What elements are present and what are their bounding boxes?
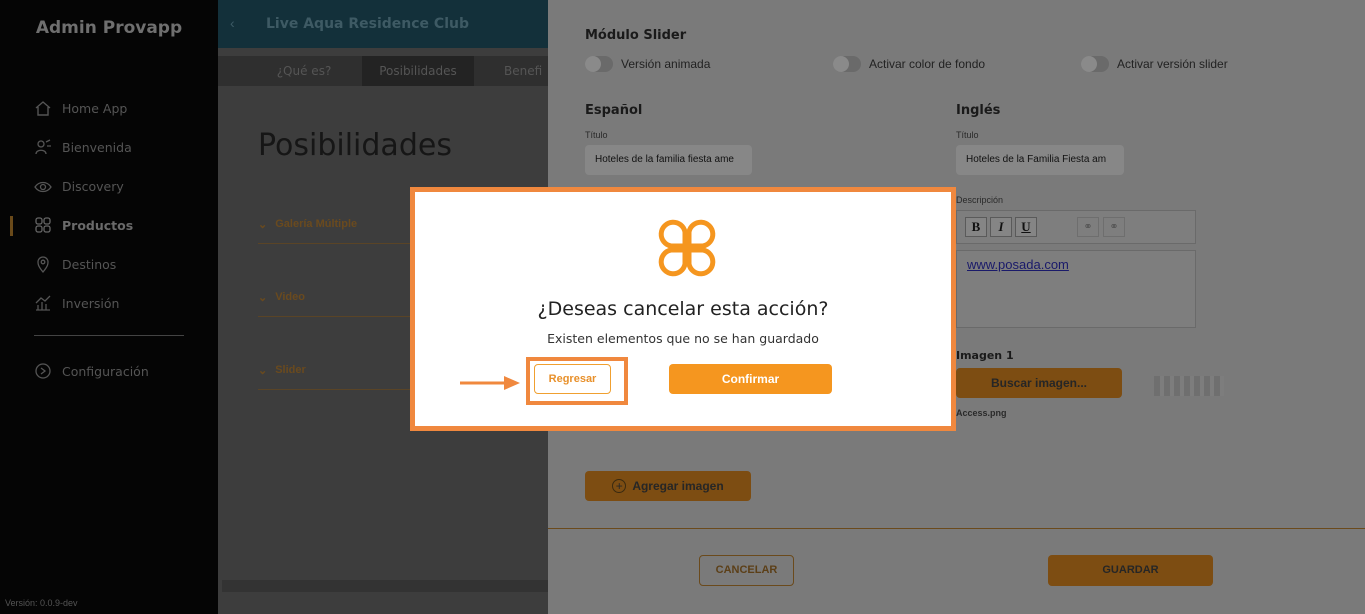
top-bar-title: Live Aqua Residence Club: [266, 16, 469, 32]
tab-bar: ¿Qué es? Posibilidades Benefi: [218, 56, 548, 86]
brand-logo-icon: [658, 219, 716, 277]
location-pin-icon: [37, 256, 49, 273]
english-title-label: Título: [956, 130, 979, 140]
save-button[interactable]: GUARDAR: [1048, 555, 1213, 586]
grid-icon: [35, 217, 51, 233]
sidebar-item-inversion[interactable]: Inversión: [34, 292, 119, 314]
version-label: Versión: 0.0.9-dev: [5, 598, 78, 608]
cancel-button[interactable]: CANCELAR: [699, 555, 794, 586]
module-title: Módulo Slider: [585, 28, 687, 43]
bold-button[interactable]: B: [965, 217, 987, 237]
toggle-label: Activar versión slider: [1117, 57, 1228, 71]
chevron-down-icon: ⌄: [258, 292, 268, 304]
chevron-down-icon: ⌄: [258, 219, 268, 231]
eye-icon: [34, 181, 52, 193]
sidebar-item-label: Productos: [62, 217, 134, 233]
sidebar-divider: [34, 335, 184, 336]
description-label: Descripción: [956, 195, 1004, 205]
toggle-animated-version[interactable]: Versión animada: [585, 56, 710, 72]
search-image-button[interactable]: Buscar imagen...: [956, 368, 1122, 398]
plus-circle-icon: +: [612, 479, 627, 493]
sidebar-item-configuracion[interactable]: Configuración: [34, 360, 149, 382]
sidebar-item-label: Inversión: [62, 295, 120, 311]
spanish-heading: Español: [585, 103, 643, 118]
english-title-input[interactable]: Hoteles de la Familia Fiesta am: [956, 145, 1124, 175]
confirm-button[interactable]: Confirmar: [669, 364, 832, 394]
link-icon[interactable]: ⚭: [1077, 217, 1099, 237]
editor-link[interactable]: www.posada.com: [967, 257, 1069, 272]
underline-button[interactable]: U: [1015, 217, 1037, 237]
home-icon: [35, 101, 51, 116]
footer-divider: [548, 528, 1365, 529]
welcome-icon: [35, 139, 51, 155]
editor-toolbar: B I U ⚭ ⚭: [956, 210, 1196, 244]
add-image-label: Agregar imagen: [632, 479, 724, 493]
tab-posibilidades[interactable]: Posibilidades: [362, 56, 474, 86]
tab-que-es[interactable]: ¿Qué es?: [258, 56, 350, 86]
toggle-switch[interactable]: [1081, 56, 1109, 72]
sidebar-item-label: Home App: [62, 100, 128, 116]
chart-icon: [35, 295, 51, 311]
toggle-switch[interactable]: [833, 56, 861, 72]
image-thumbnail: [1154, 376, 1224, 396]
dialog-title: ¿Deseas cancelar esta acción?: [537, 298, 829, 320]
english-heading: Inglés: [956, 103, 1001, 118]
toggle-switch[interactable]: [585, 56, 613, 72]
chevron-down-icon: ⌄: [258, 365, 268, 377]
dialog-message: Existen elementos que no se han guardado: [547, 331, 819, 346]
add-image-button[interactable]: + Agregar imagen: [585, 471, 751, 501]
sidebar-item-home-app[interactable]: Home App: [34, 97, 127, 119]
toggle-label: Versión animada: [621, 57, 711, 71]
italic-button[interactable]: I: [990, 217, 1012, 237]
section-label: Galería Múltiple: [275, 218, 358, 230]
toggle-label: Activar color de fondo: [869, 57, 986, 71]
toggle-slider-version[interactable]: Activar versión slider: [1081, 56, 1228, 72]
sidebar-item-label: Destinos: [62, 256, 117, 272]
active-indicator: [10, 216, 13, 236]
unlink-icon[interactable]: ⚭: [1103, 217, 1125, 237]
page-title: Posibilidades: [258, 128, 452, 163]
spanish-title-label: Título: [585, 130, 608, 140]
sidebar-item-label: Bienvenida: [62, 139, 132, 155]
sidebar-item-bienvenida[interactable]: Bienvenida: [34, 136, 132, 158]
sidebar-item-productos[interactable]: Productos: [34, 214, 133, 236]
file-name: Access.png: [956, 408, 1007, 418]
brand-title: Admin Provapp: [35, 18, 183, 38]
section-label: Slider: [275, 364, 306, 376]
sidebar-item-destinos[interactable]: Destinos: [34, 253, 116, 275]
tab-beneficios[interactable]: Benefi: [488, 56, 548, 86]
pointer-arrow-icon: [460, 376, 520, 390]
back-arrow-icon[interactable]: ‹: [230, 15, 235, 31]
settings-icon: [35, 363, 51, 379]
horizontal-scrollbar[interactable]: [222, 580, 548, 592]
sidebar-item-label: Discovery: [62, 178, 124, 194]
sidebar: Admin Provapp Home App Bienvenida Discov…: [0, 0, 218, 614]
image-label: Imagen 1: [956, 349, 1014, 362]
toggle-background-color[interactable]: Activar color de fondo: [833, 56, 985, 72]
back-button[interactable]: Regresar: [534, 364, 611, 394]
description-editor[interactable]: www.posada.com: [956, 250, 1196, 328]
section-label: Video: [275, 291, 305, 303]
spanish-title-input[interactable]: Hoteles de la familia fiesta ame: [585, 145, 752, 175]
confirm-dialog: ¿Deseas cancelar esta acción? Existen el…: [410, 187, 956, 431]
sidebar-item-discovery[interactable]: Discovery: [34, 175, 124, 197]
sidebar-item-label: Configuración: [62, 363, 149, 379]
top-bar: ‹ Live Aqua Residence Club: [218, 0, 548, 48]
